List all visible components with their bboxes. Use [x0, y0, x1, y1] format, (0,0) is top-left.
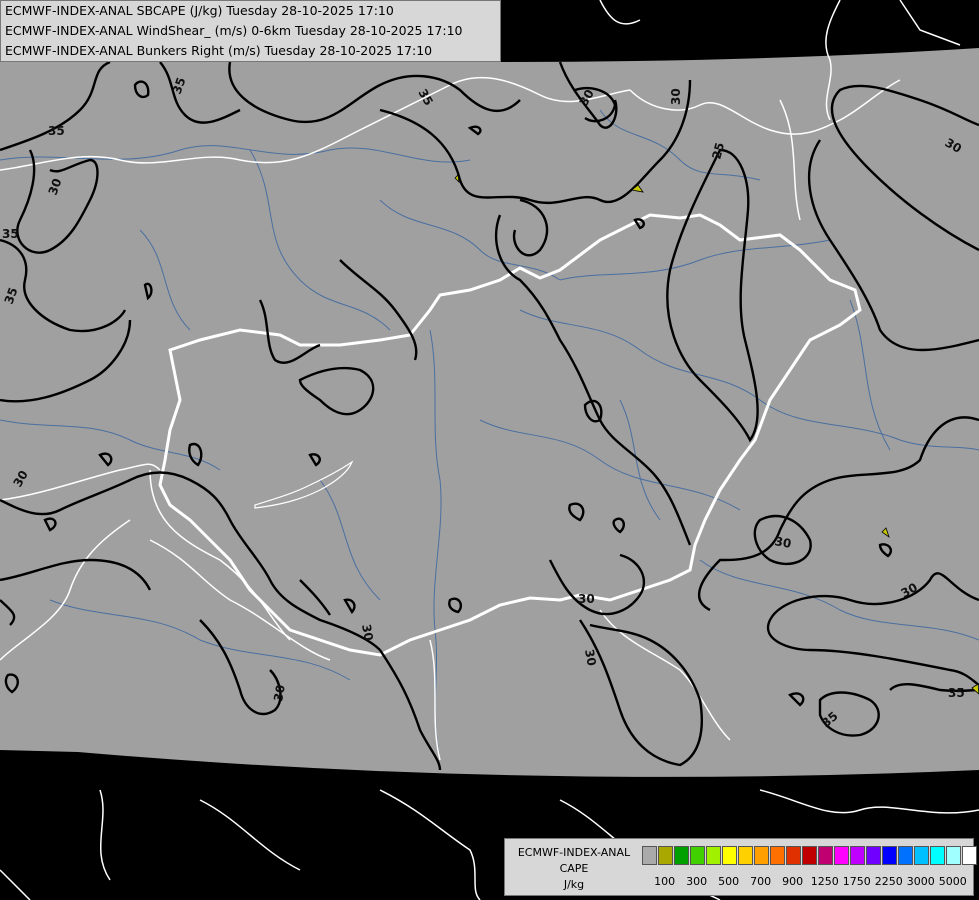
legend-label: 900	[782, 875, 804, 888]
contour-label: 30	[669, 88, 683, 105]
legend-swatch	[914, 846, 929, 865]
legend-swatch	[706, 846, 721, 865]
legend-swatch	[658, 846, 673, 865]
legend-label: 5000	[938, 875, 967, 888]
legend-label: 1250	[810, 875, 839, 888]
legend-swatch	[674, 846, 689, 865]
header-line-sbcape: ECMWF-INDEX-ANAL SBCAPE (J/kg) Tuesday 2…	[5, 3, 394, 18]
legend-label: 700	[750, 875, 772, 888]
legend-label: 500	[718, 875, 740, 888]
header-info: ECMWF-INDEX-ANAL SBCAPE (J/kg) Tuesday 2…	[0, 0, 501, 62]
legend-swatch	[786, 846, 801, 865]
contour-label: 30	[578, 592, 595, 606]
legend-swatch	[722, 846, 737, 865]
legend-label: 3000	[906, 875, 935, 888]
legend-swatch	[850, 846, 865, 865]
legend-title-model: ECMWF-INDEX-ANAL	[517, 846, 631, 859]
legend-swatch	[754, 846, 769, 865]
contour-label: 35	[48, 124, 65, 138]
legend-swatch	[818, 846, 833, 865]
contour-label: 35	[2, 227, 19, 241]
legend-title-param: CAPE	[559, 862, 589, 875]
legend-title: ECMWF-INDEX-ANAL CAPE J/kg	[509, 845, 639, 893]
legend-swatch	[642, 846, 657, 865]
weather-map: 35 35 35 35 35 30 30 30 30 30 30 30 30 3…	[0, 0, 979, 900]
legend-swatch	[882, 846, 897, 865]
contour-label: 30	[271, 684, 288, 703]
legend-swatch	[930, 846, 945, 865]
legend-swatch	[802, 846, 817, 865]
legend-swatch	[834, 846, 849, 865]
legend-label: 100	[654, 875, 676, 888]
legend-label: 1750	[842, 875, 871, 888]
contour-label: 30	[359, 623, 376, 642]
header-line-bunkers: ECMWF-INDEX-ANAL Bunkers Right (m/s) Tue…	[5, 43, 433, 58]
header-line-windshear: ECMWF-INDEX-ANAL WindShear_ (m/s) 0-6km …	[5, 23, 463, 38]
legend-swatch	[690, 846, 705, 865]
contour-label: 30	[773, 534, 792, 551]
legend-swatch	[898, 846, 913, 865]
contour-label: 35	[948, 686, 965, 700]
legend-swatch	[770, 846, 785, 865]
legend-label: 300	[686, 875, 708, 888]
legend-swatch	[738, 846, 753, 865]
legend-swatch	[866, 846, 881, 865]
legend-swatch	[962, 846, 977, 865]
legend-unit: J/kg	[563, 878, 585, 891]
cape-legend: ECMWF-INDEX-ANAL CAPE J/kg 100 300 500 700 9…	[504, 838, 977, 896]
contour-label: 30	[582, 648, 599, 667]
legend-label: 2250	[874, 875, 903, 888]
legend-swatch	[946, 846, 961, 865]
